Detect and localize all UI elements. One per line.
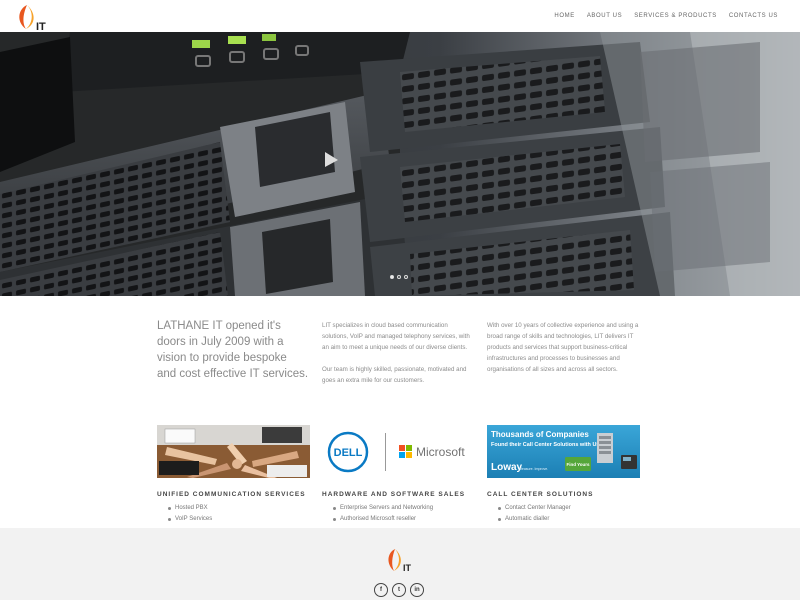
svg-text:IT: IT: [36, 21, 46, 32]
slider-dot-2[interactable]: [397, 275, 401, 279]
microsoft-logo-text: Microsoft: [416, 445, 465, 459]
nav-contacts-us[interactable]: CONTACTS US: [723, 13, 784, 19]
site-footer: IT f t in: [0, 528, 800, 600]
dell-microsoft-logos[interactable]: DELL Microsoft: [322, 425, 475, 478]
nav-about-us[interactable]: ABOUT US: [581, 13, 628, 19]
banner-tagline: Measure. Improve.: [519, 467, 548, 471]
slider-dot-1[interactable]: [390, 275, 394, 279]
slider-dot-3[interactable]: [404, 275, 408, 279]
list-item[interactable]: Authorised Microsoft reseller: [333, 514, 475, 525]
nav-services-products[interactable]: SERVICES & PRODUCTS: [628, 13, 723, 19]
service-list: Contact Center Manager Automatic dialler: [498, 503, 640, 525]
list-item[interactable]: Contact Center Manager: [498, 503, 640, 514]
slider-pagination: [390, 275, 408, 279]
main-nav: HOME ABOUT US SERVICES & PRODUCTS CONTAC…: [548, 0, 784, 32]
service-list: Hosted PBX VoIP Services: [168, 503, 310, 525]
loway-logo-text: Loway: [491, 462, 523, 473]
service-list: Enterprise Servers and Networking Author…: [333, 503, 475, 525]
facebook-icon[interactable]: f: [374, 583, 388, 597]
site-logo[interactable]: IT: [12, 2, 56, 33]
service-card-call-center: Thousands of Companies Found their Call …: [487, 425, 640, 525]
svg-text:IT: IT: [403, 563, 412, 573]
service-title: HARDWARE AND SOFTWARE SALES: [322, 491, 466, 498]
list-item[interactable]: Automatic dialler: [498, 514, 640, 525]
server-rack-image: [0, 32, 800, 296]
intro-paragraph: LIT specializes in cloud based communica…: [322, 322, 470, 351]
team-hands-image[interactable]: [157, 425, 310, 478]
find-yours-button: Find Yours: [566, 462, 590, 467]
intro-paragraph: Our team is highly skilled, passionate, …: [322, 366, 467, 384]
loway-banner[interactable]: Thousands of Companies Found their Call …: [487, 425, 640, 478]
social-links: f t in: [374, 583, 424, 597]
intro-paragraph: With over 10 years of collective experie…: [487, 322, 639, 373]
site-header: IT HOME ABOUT US SERVICES & PRODUCTS CON…: [0, 0, 800, 33]
intro-column-a: LIT specializes in cloud based communica…: [322, 320, 474, 386]
intro-lead: LATHANE IT opened it's doors in July 200…: [157, 320, 309, 380]
linkedin-icon[interactable]: in: [410, 583, 424, 597]
list-item[interactable]: VoIP Services: [168, 514, 310, 525]
intro-section: LATHANE IT opened it's doors in July 200…: [157, 318, 640, 398]
banner-title: Thousands of Companies: [491, 430, 589, 439]
dell-logo-text: DELL: [334, 447, 363, 459]
service-card-hardware-software: DELL Microsoft HARDWARE AND SOFTWARE SAL…: [322, 425, 475, 525]
hero-slider: [0, 32, 800, 296]
service-title: UNIFIED COMMUNICATION SERVICES: [157, 491, 306, 498]
intro-column-b: With over 10 years of collective experie…: [487, 320, 639, 375]
services-section: UNIFIED COMMUNICATION SERVICES Hosted PB…: [157, 425, 640, 525]
twitter-icon[interactable]: t: [392, 583, 406, 597]
banner-subtitle: Found their Call Center Solutions with U…: [491, 442, 599, 448]
service-title: CALL CENTER SOLUTIONS: [487, 491, 594, 498]
nav-home[interactable]: HOME: [548, 13, 580, 19]
service-card-unified-communication: UNIFIED COMMUNICATION SERVICES Hosted PB…: [157, 425, 310, 525]
list-item[interactable]: Hosted PBX: [168, 503, 310, 514]
list-item[interactable]: Enterprise Servers and Networking: [333, 503, 475, 514]
footer-logo[interactable]: IT: [383, 547, 419, 573]
